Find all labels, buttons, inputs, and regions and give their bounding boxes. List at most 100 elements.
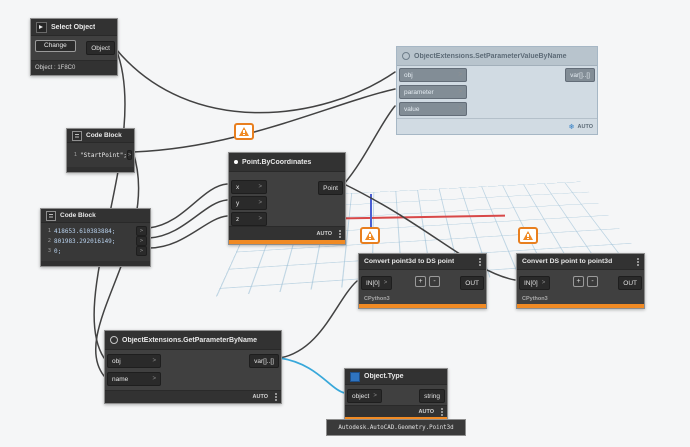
port-label: value [404, 105, 420, 113]
tooltip-text: Autodesk.AutoCAD.Geometry.Point3d [338, 424, 454, 431]
node-select-object[interactable]: Select Object Change Object Object : 1F8… [30, 18, 118, 76]
wire[interactable] [148, 199, 228, 239]
remove-input-button[interactable]: - [587, 276, 598, 287]
port-label: IN[0] [524, 279, 538, 287]
node-header[interactable]: Convert DS point to point3d [517, 254, 644, 270]
lacing-auto-label[interactable]: AUTO [419, 409, 434, 415]
output-port-point[interactable]: Point [318, 181, 343, 195]
node-header[interactable]: Object.Type [345, 369, 447, 385]
output-port-var[interactable]: var[]..[] [565, 68, 595, 82]
dynamo-canvas[interactable]: Select Object Change Object Object : 1F8… [0, 0, 690, 447]
input-port-z[interactable]: z > [231, 212, 267, 226]
wire[interactable] [93, 48, 126, 359]
input-port-obj[interactable]: obj > [107, 354, 161, 368]
input-port-object[interactable]: object > [347, 389, 382, 403]
node-convert-point3d-to-ds-point[interactable]: Convert point3d to DS point IN[0] > + - … [358, 253, 487, 309]
output-port-out[interactable]: OUT [618, 276, 642, 290]
node-title: Convert DS point to point3d [522, 258, 613, 265]
code-text[interactable]: 0; [54, 248, 61, 255]
code-text[interactable]: "StartPoint"; [80, 152, 127, 159]
warning-icon[interactable] [234, 123, 254, 140]
warning-icon[interactable] [360, 227, 380, 244]
code-text[interactable]: 801983.292016149; [54, 238, 115, 245]
code-block-icon [46, 210, 56, 221]
code-text[interactable]: 418653.610383884; [54, 228, 115, 235]
wire[interactable] [115, 48, 396, 114]
wire[interactable] [279, 280, 358, 359]
input-port-x[interactable]: x > [231, 180, 267, 194]
port-label: Object [91, 44, 110, 52]
code-editor[interactable]: 1 418653.610383884; > 2 801983.292016149… [41, 223, 150, 261]
change-button[interactable]: Change [35, 40, 76, 52]
node-title: Select Object [51, 23, 96, 31]
input-port-in0[interactable]: IN[0] > [361, 276, 393, 290]
code-block-resize-edge[interactable] [67, 167, 134, 172]
node-code-block-coordinates[interactable]: Code Block 1 418653.610383884; > 2 80198… [40, 208, 151, 267]
code-block-resize-edge[interactable] [41, 261, 150, 266]
input-port-value[interactable]: value > [399, 102, 467, 116]
port-label: IN[0] [366, 279, 380, 287]
port-arrow-icon: > [541, 280, 546, 286]
node-header[interactable]: Code Block [41, 209, 150, 223]
remove-input-button[interactable]: - [429, 276, 440, 287]
python-engine-label: CPython3 [359, 294, 486, 304]
node-header[interactable]: Convert point3d to DS point [359, 254, 486, 270]
port-label: object [352, 392, 370, 400]
node-code-block-startpoint[interactable]: Code Block 1 "StartPoint"; > [66, 128, 135, 173]
warning-icon[interactable] [518, 227, 538, 244]
input-port-obj[interactable]: obj > [399, 68, 467, 82]
node-get-parameter-by-name[interactable]: ObjectExtensions.GetParameterByName obj … [104, 330, 282, 404]
node-options-icon[interactable] [441, 410, 443, 413]
node-header[interactable]: ObjectExtensions.GetParameterByName [105, 331, 281, 350]
wire[interactable] [148, 215, 228, 249]
output-port-var[interactable]: var[]..[] [249, 354, 279, 368]
node-header[interactable]: ObjectExtensions.SetParameterValueByName [397, 47, 597, 66]
code-editor[interactable]: 1 "StartPoint"; > [67, 143, 134, 167]
output-port[interactable]: > [136, 236, 147, 246]
input-port-in0[interactable]: IN[0] > [519, 276, 551, 290]
wire[interactable] [148, 183, 228, 229]
warning-state-bar [229, 240, 345, 244]
port-label: Point [323, 184, 338, 192]
node-options-icon[interactable] [275, 396, 277, 398]
port-label: name [112, 375, 129, 383]
port-arrow-icon: > [152, 376, 156, 382]
freeze-icon: ❄ [568, 123, 575, 131]
lacing-auto-label[interactable]: AUTO [253, 394, 268, 400]
input-port-name[interactable]: name > [107, 372, 161, 386]
node-header[interactable]: Select Object [31, 19, 117, 36]
wire[interactable] [343, 105, 396, 185]
node-options-icon[interactable] [637, 260, 639, 263]
port-arrow-icon: > [373, 393, 377, 399]
port-label: OUT [465, 279, 479, 287]
node-convert-ds-point-to-point3d[interactable]: Convert DS point to point3d IN[0] > + - … [516, 253, 645, 309]
input-port-y[interactable]: y > [231, 196, 267, 210]
node-title: Point.ByCoordinates [242, 158, 312, 166]
output-port-string[interactable]: string [419, 389, 445, 403]
node-object-type[interactable]: Object.Type object > string AUTO [344, 368, 448, 422]
lacing-auto-label[interactable]: AUTO [578, 124, 593, 130]
output-port-object[interactable]: Object [86, 41, 115, 55]
add-input-button[interactable]: + [573, 276, 584, 287]
port-label: x [236, 183, 240, 191]
node-point-bycoordinates[interactable]: Point.ByCoordinates x > y > z > Point AU… [228, 152, 346, 245]
add-input-button[interactable]: + [415, 276, 426, 287]
input-port-parameter[interactable]: parameter > [399, 85, 467, 99]
port-label: y [236, 199, 240, 207]
output-port[interactable]: > [136, 246, 147, 256]
output-port[interactable]: > [136, 226, 147, 236]
output-port[interactable]: > [126, 150, 133, 160]
wire-selected[interactable] [279, 357, 346, 394]
node-set-parameter-value-by-name[interactable]: ObjectExtensions.SetParameterValueByName… [396, 46, 598, 135]
wire[interactable] [132, 88, 396, 153]
lacing-auto-label[interactable]: AUTO [317, 231, 332, 237]
warning-state-bar [359, 304, 486, 308]
output-port-out[interactable]: OUT [460, 276, 484, 290]
node-title: Code Block [86, 132, 122, 139]
node-options-icon[interactable] [479, 260, 481, 263]
port-arrow-icon: > [258, 184, 262, 190]
node-header[interactable]: Code Block [67, 129, 134, 143]
node-options-icon[interactable] [339, 232, 341, 235]
node-header[interactable]: Point.ByCoordinates [229, 153, 345, 172]
port-label: z [236, 215, 240, 223]
